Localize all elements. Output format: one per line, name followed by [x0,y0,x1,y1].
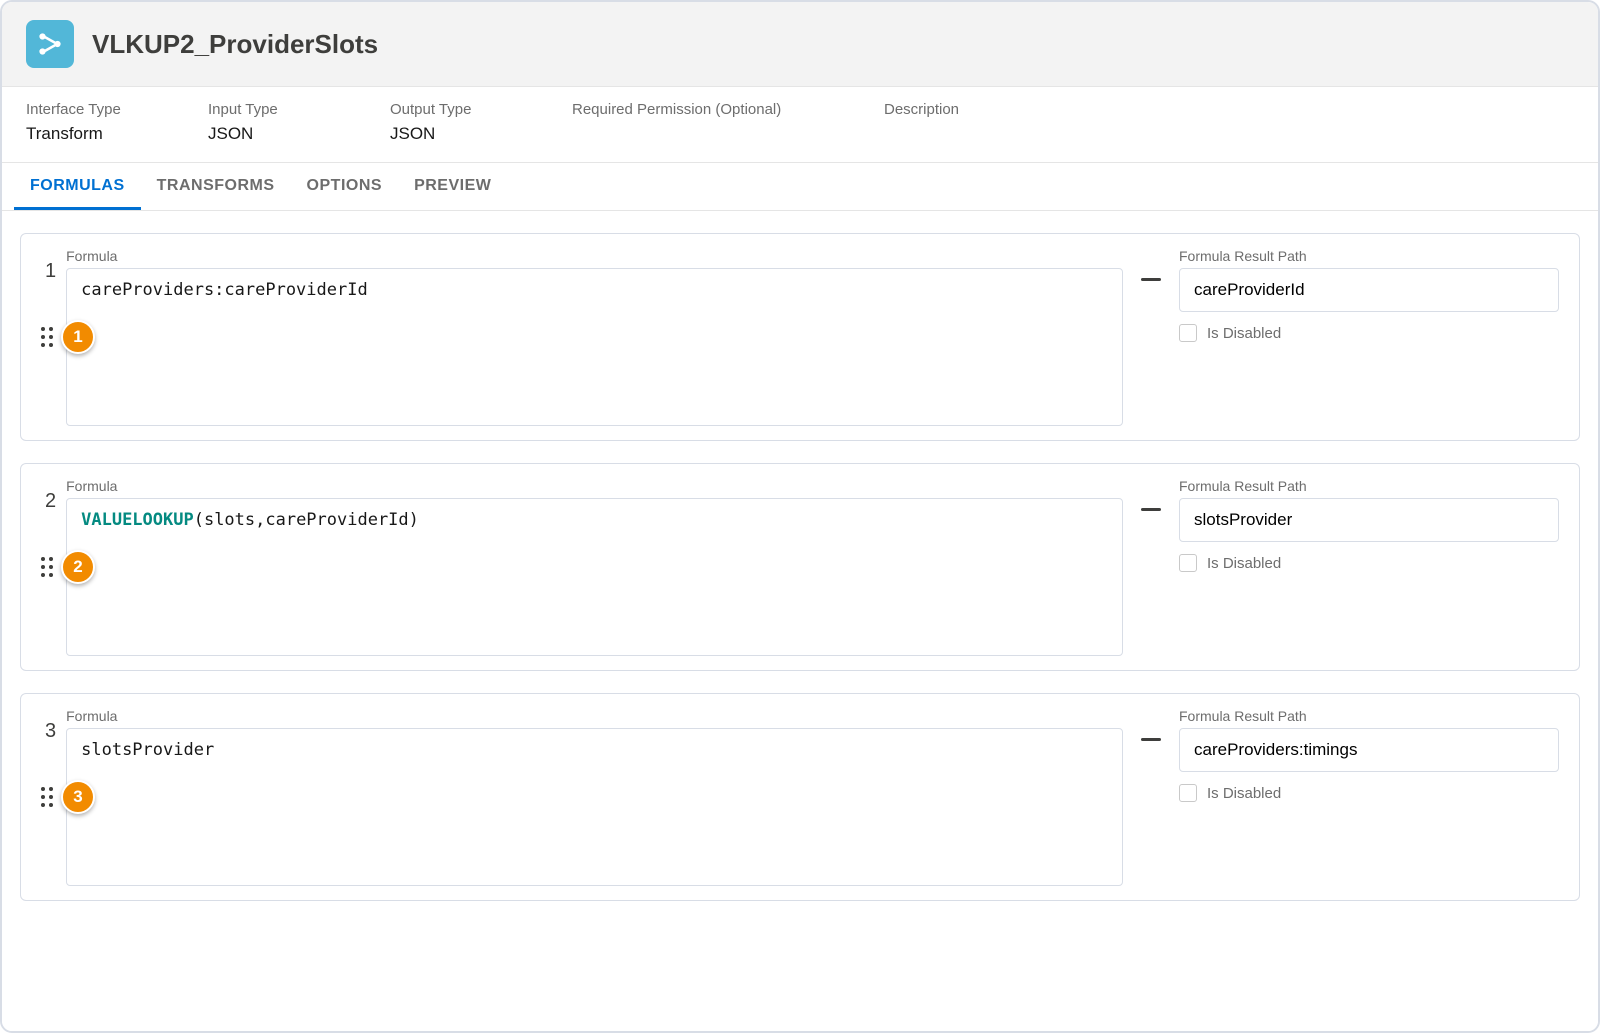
content-area: 1 1 Formula careProviders:careProviderId… [2,211,1598,1031]
formula-card: 2 2 Formula VALUELOOKUP(slots,careProvid… [20,463,1580,671]
annotation-badge: 1 [61,320,95,354]
formula-main: Formula VALUELOOKUP(slots,careProviderId… [66,478,1559,656]
formula-text: slotsProvider [81,740,214,760]
header-bar: VLKUP2_ProviderSlots [2,2,1598,87]
tabs: FORMULAS TRANSFORMS OPTIONS PREVIEW [2,163,1598,211]
detail-description: Description [884,101,1054,144]
minus-icon[interactable] [1141,508,1161,511]
minus-icon[interactable] [1141,278,1161,281]
detail-required-permission: Required Permission (Optional) [572,101,872,144]
drag-badge-stack: 2 [41,550,95,584]
separator [1137,248,1165,426]
formula-text: (slots,careProviderId) [194,510,419,530]
annotation-badge: 2 [61,550,95,584]
detail-label: Required Permission (Optional) [572,101,872,118]
tab-transforms[interactable]: TRANSFORMS [141,163,291,210]
formula-input[interactable]: VALUELOOKUP(slots,careProviderId) [66,498,1123,656]
result-path-input[interactable] [1179,498,1559,542]
is-disabled-checkbox[interactable] [1179,784,1197,802]
result-path-label: Formula Result Path [1179,248,1559,264]
detail-label: Description [884,101,1054,118]
result-path-label: Formula Result Path [1179,708,1559,724]
formula-block: Formula careProviders:careProviderId [66,248,1123,426]
detail-interface-type: Interface Type Transform [26,101,196,144]
is-disabled-checkbox[interactable] [1179,554,1197,572]
tab-preview[interactable]: PREVIEW [398,163,507,210]
integration-icon [26,20,74,68]
drag-handle-icon[interactable] [41,787,53,807]
formula-label: Formula [66,248,1123,264]
separator [1137,708,1165,886]
formula-input[interactable]: careProviders:careProviderId [66,268,1123,426]
is-disabled-label: Is Disabled [1207,325,1281,342]
tab-options[interactable]: OPTIONS [291,163,399,210]
app-root: VLKUP2_ProviderSlots Interface Type Tran… [0,0,1600,1033]
details-strip: Interface Type Transform Input Type JSON… [2,87,1598,163]
page-title: VLKUP2_ProviderSlots [92,29,378,60]
formula-card: 3 3 Formula slotsProvider Formula Result… [20,693,1580,901]
detail-input-type: Input Type JSON [208,101,378,144]
result-block: Formula Result Path Is Disabled [1179,708,1559,886]
formula-block: Formula slotsProvider [66,708,1123,886]
drag-badge-stack: 1 [41,320,95,354]
drag-handle-icon[interactable] [41,327,53,347]
detail-label: Output Type [390,101,560,118]
is-disabled-label: Is Disabled [1207,555,1281,572]
is-disabled-row: Is Disabled [1179,784,1559,802]
result-block: Formula Result Path Is Disabled [1179,248,1559,426]
formula-block: Formula VALUELOOKUP(slots,careProviderId… [66,478,1123,656]
formula-label: Formula [66,708,1123,724]
formula-function: VALUELOOKUP [81,510,194,530]
formula-main: Formula slotsProvider Formula Result Pat… [66,708,1559,886]
is-disabled-label: Is Disabled [1207,785,1281,802]
result-path-input[interactable] [1179,728,1559,772]
annotation-badge: 3 [61,780,95,814]
detail-label: Interface Type [26,101,196,118]
tab-formulas[interactable]: FORMULAS [14,163,141,210]
detail-output-type: Output Type JSON [390,101,560,144]
is-disabled-row: Is Disabled [1179,554,1559,572]
formula-input[interactable]: slotsProvider [66,728,1123,886]
formula-label: Formula [66,478,1123,494]
result-path-label: Formula Result Path [1179,478,1559,494]
result-path-input[interactable] [1179,268,1559,312]
detail-value: Transform [26,124,196,144]
is-disabled-checkbox[interactable] [1179,324,1197,342]
detail-value: JSON [208,124,378,144]
drag-badge-stack: 3 [41,780,95,814]
formula-main: Formula careProviders:careProviderId For… [66,248,1559,426]
separator [1137,478,1165,656]
detail-value: JSON [390,124,560,144]
formula-card: 1 1 Formula careProviders:careProviderId… [20,233,1580,441]
is-disabled-row: Is Disabled [1179,324,1559,342]
formula-text: careProviders:careProviderId [81,280,368,300]
result-block: Formula Result Path Is Disabled [1179,478,1559,656]
drag-handle-icon[interactable] [41,557,53,577]
detail-label: Input Type [208,101,378,118]
minus-icon[interactable] [1141,738,1161,741]
